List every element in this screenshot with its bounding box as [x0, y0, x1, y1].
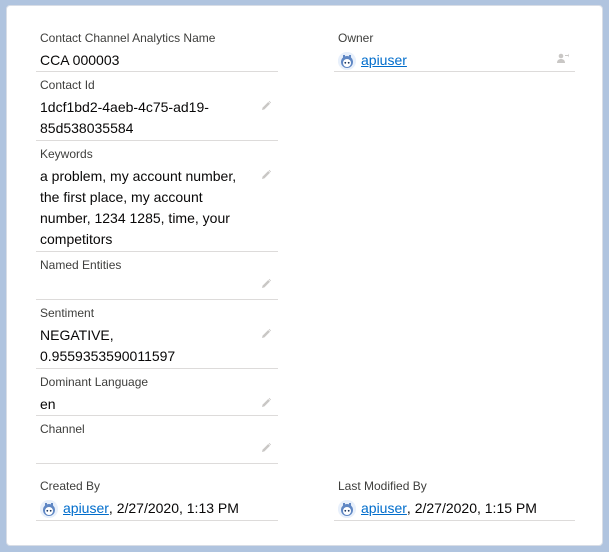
field-label: Last Modified By — [338, 479, 427, 493]
created-by-user-link[interactable]: apiuser — [63, 498, 109, 519]
field-channel: Channel — [36, 416, 278, 464]
user-avatar-icon — [338, 51, 356, 70]
value-line: 1dcf1bd2-4aeb-4c75-ad19- — [40, 99, 209, 115]
field-value: en — [40, 396, 56, 412]
pencil-icon[interactable] — [260, 100, 272, 112]
value-line: 0.9559353590011597 — [40, 348, 176, 364]
pencil-icon[interactable] — [260, 328, 272, 340]
field-label: Owner — [338, 31, 374, 45]
change-owner-icon[interactable] — [556, 52, 569, 65]
field-sentiment: Sentiment NEGATIVE, 0.9559353590011597 — [36, 300, 278, 369]
field-value: 1dcf1bd2-4aeb-4c75-ad19- 85d538035584 — [40, 97, 274, 139]
last-modified-user-link[interactable]: apiuser — [361, 498, 407, 519]
value-line: a problem, my account number, — [40, 168, 237, 184]
field-value: NEGATIVE, 0.9559353590011597 — [40, 325, 274, 367]
user-value: apiuser , 2/27/2020, 1:13 PM — [40, 498, 274, 519]
field-label: Dominant Language — [40, 375, 149, 389]
user-avatar-icon — [40, 499, 58, 518]
field-label: Named Entities — [40, 258, 122, 272]
value-line: number, 1234 1285, time, your — [40, 210, 230, 226]
field-label: Contact Channel Analytics Name — [40, 31, 216, 45]
field-dominant-language: Dominant Language en — [36, 369, 278, 416]
last-modified-timestamp: , 2/27/2020, 1:15 PM — [406, 500, 537, 516]
field-keywords: Keywords a problem, my account number, t… — [36, 141, 278, 252]
field-label: Created By — [40, 479, 101, 493]
field-created-by: Created By apiuser , 2/27/2020, 1:13 PM — [36, 473, 278, 521]
field-owner: Owner apiuser — [334, 25, 575, 72]
owner-user-link[interactable]: apiuser — [361, 50, 407, 71]
pencil-icon[interactable] — [260, 169, 272, 181]
field-value: a problem, my account number, the first … — [40, 166, 274, 250]
field-name: Contact Channel Analytics Name CCA 00000… — [36, 25, 278, 72]
field-label: Sentiment — [40, 306, 95, 320]
user-avatar-icon — [338, 499, 356, 518]
value-line: 85d538035584 — [40, 120, 134, 136]
field-label: Keywords — [40, 147, 93, 161]
pencil-icon[interactable] — [260, 397, 272, 409]
created-timestamp: , 2/27/2020, 1:13 PM — [108, 500, 239, 516]
pencil-icon[interactable] — [260, 442, 272, 454]
field-named-entities: Named Entities — [36, 252, 278, 300]
field-last-modified-by: Last Modified By apiuser , 2/27/2020, 1:… — [334, 473, 575, 521]
field-label: Channel — [40, 422, 85, 436]
field-value: CCA 000003 — [40, 52, 120, 68]
user-value: apiuser , 2/27/2020, 1:15 PM — [338, 498, 571, 519]
user-value: apiuser — [338, 50, 571, 71]
field-contact-id: Contact Id 1dcf1bd2-4aeb-4c75-ad19- 85d5… — [36, 72, 278, 141]
value-line: the first place, my account — [40, 189, 203, 205]
value-line: NEGATIVE, — [40, 327, 114, 343]
field-label: Contact Id — [40, 78, 95, 92]
record-detail-card: Contact Channel Analytics Name CCA 00000… — [6, 5, 603, 546]
pencil-icon[interactable] — [260, 278, 272, 290]
value-line: competitors — [40, 231, 113, 247]
